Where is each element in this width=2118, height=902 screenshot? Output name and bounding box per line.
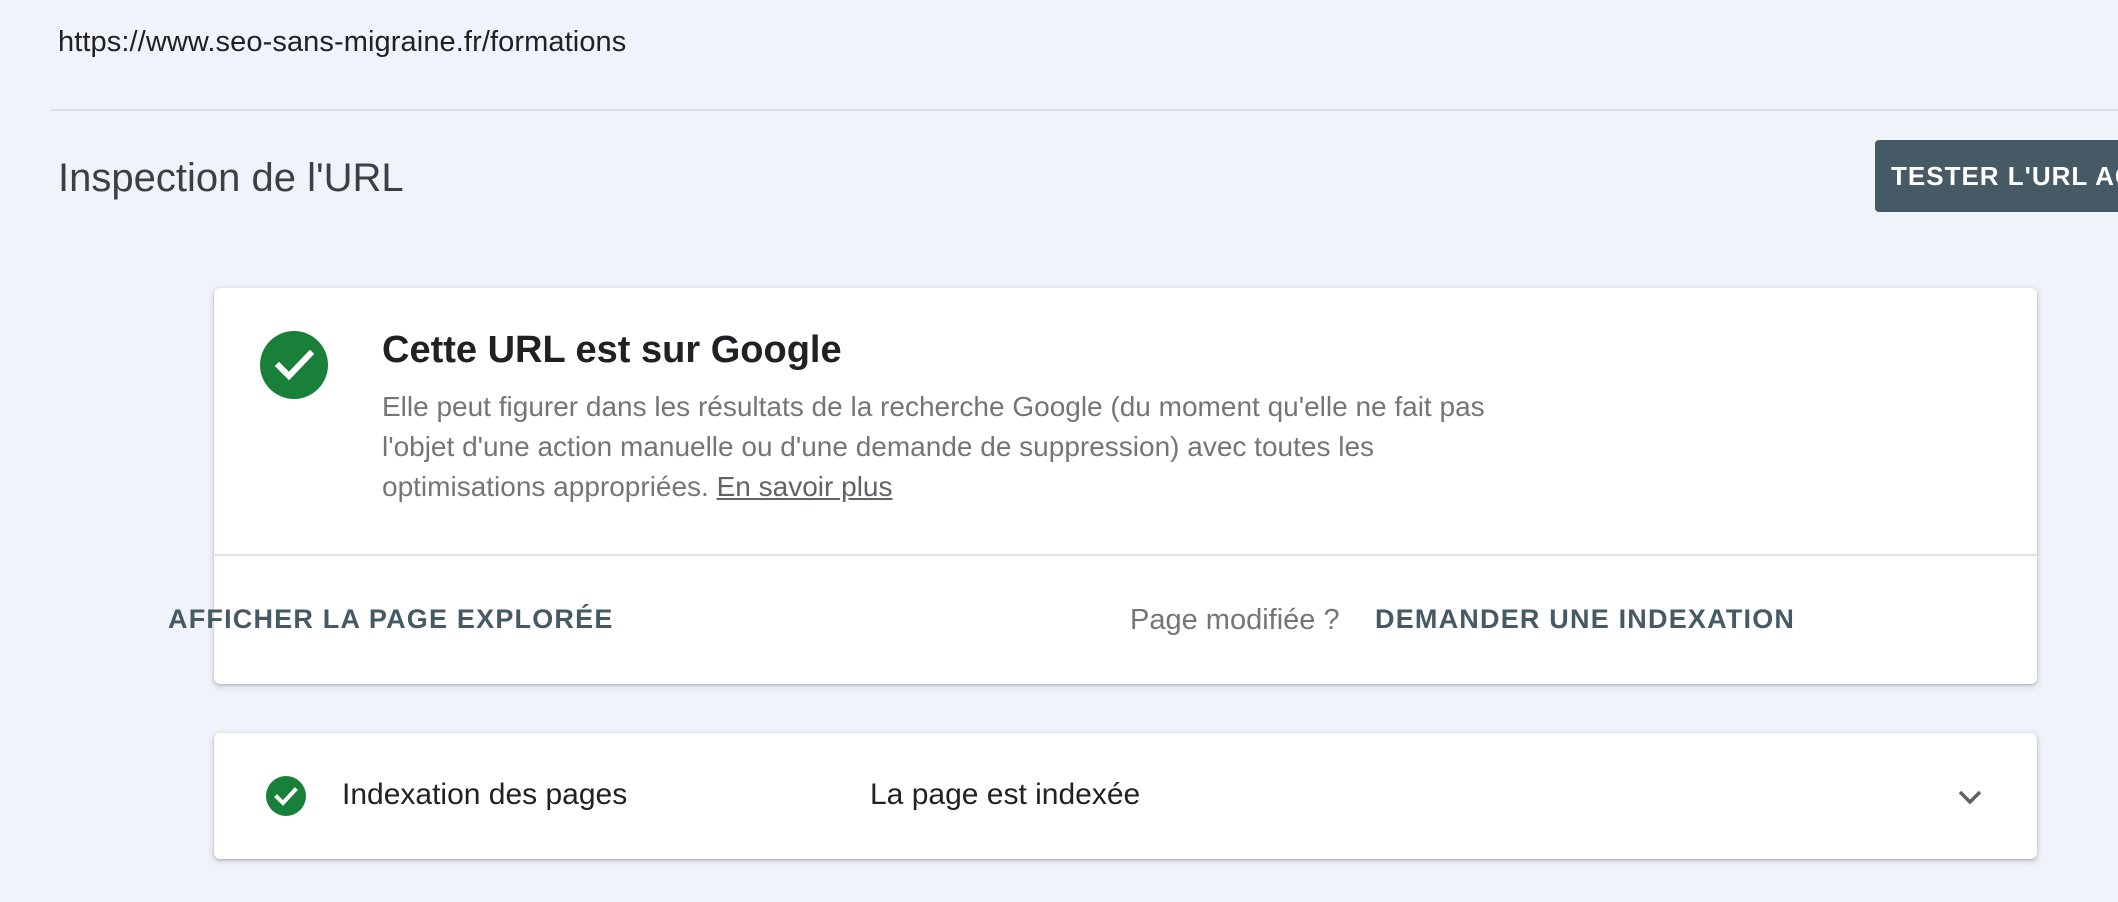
test-live-url-button[interactable]: TESTER L'URL ACTIVE xyxy=(1875,140,2118,212)
check-circle-icon xyxy=(266,776,306,816)
check-circle-icon xyxy=(260,331,328,399)
page-title: Inspection de l'URL xyxy=(58,156,404,200)
status-description-text: Elle peut figurer dans les résultats de … xyxy=(382,391,1485,502)
page-indexing-card[interactable]: Indexation des pages La page est indexée xyxy=(214,733,2037,859)
page-modified-label: Page modifiée ? xyxy=(1130,604,1340,636)
chevron-down-icon[interactable] xyxy=(1950,777,1990,817)
learn-more-link[interactable]: En savoir plus xyxy=(717,471,893,502)
request-indexing-button[interactable]: DEMANDER UNE INDEXATION xyxy=(1375,604,1795,635)
page-indexing-status: La page est indexée xyxy=(870,778,1141,811)
card-divider xyxy=(214,554,2037,556)
status-description: Elle peut figurer dans les résultats de … xyxy=(382,387,1542,507)
page-indexing-label: Indexation des pages xyxy=(342,778,628,811)
inspected-url: https://www.seo-sans-migraine.fr/formati… xyxy=(58,26,627,58)
view-crawled-page-button[interactable]: AFFICHER LA PAGE EXPLORÉE xyxy=(168,604,614,635)
header-divider xyxy=(50,109,2118,111)
status-title: Cette URL est sur Google xyxy=(382,329,842,371)
